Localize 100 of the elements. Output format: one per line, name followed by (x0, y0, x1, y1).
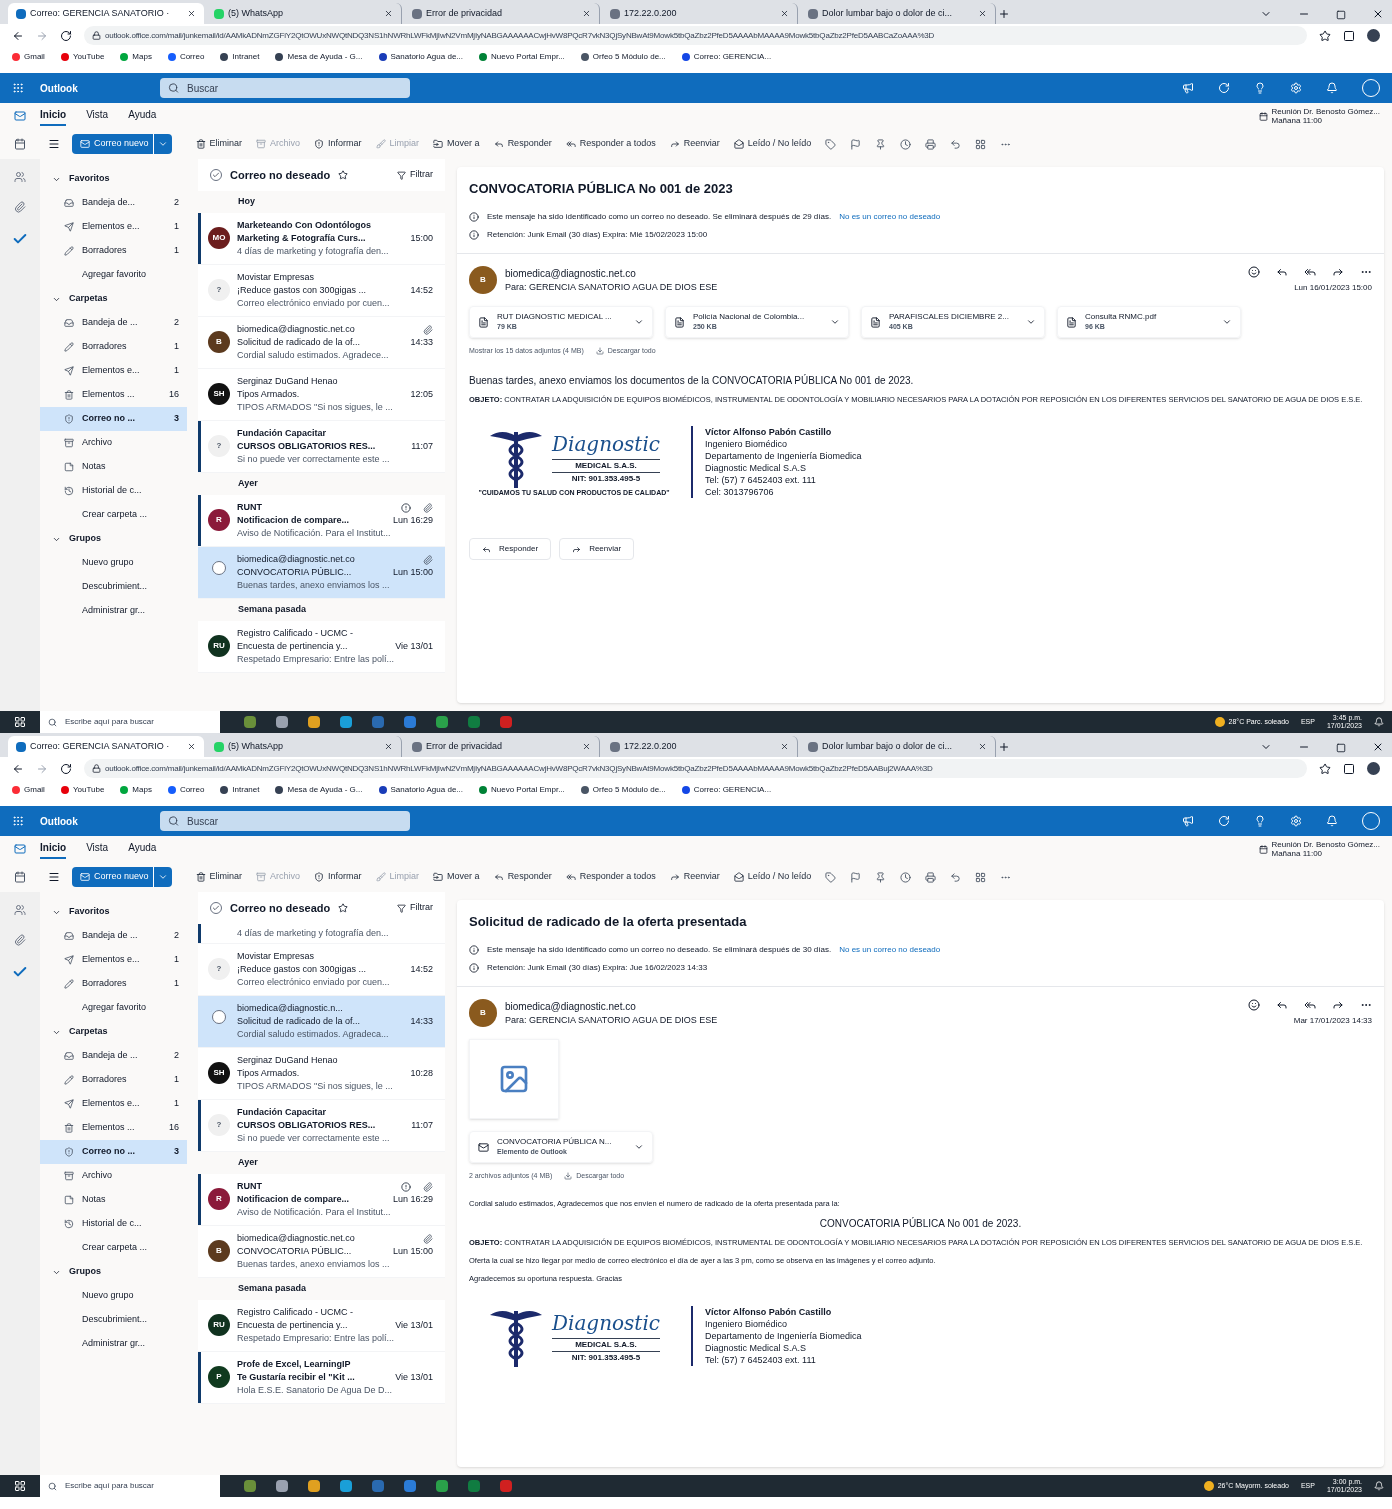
nav-link[interactable]: Crear carpeta ... (40, 503, 187, 527)
maximize-icon[interactable] (1336, 10, 1346, 20)
search-input[interactable]: Buscar (187, 80, 402, 96)
close-icon[interactable] (978, 742, 987, 751)
toolbar-button[interactable]: Reenviar (669, 870, 720, 884)
app-name[interactable]: Outlook (40, 80, 160, 96)
reload-icon[interactable] (60, 762, 72, 775)
megaphone-icon[interactable] (1182, 815, 1194, 827)
filter-button[interactable]: Filtrar (397, 901, 433, 915)
close-icon[interactable] (187, 742, 196, 751)
section-header[interactable]: Grupos (40, 1260, 195, 1284)
message-item[interactable]: B biomedica@diagnostic.net.co Solicitud de radicado de la of... 14:33 Cordial saludo estimados. Agradece... (198, 317, 445, 369)
taskbar-app-icon[interactable] (404, 1480, 416, 1492)
toolbar-button[interactable]: Reenviar (669, 137, 720, 151)
bookmark[interactable]: Intranet (220, 784, 260, 796)
toolbar-button[interactable]: Mover a (433, 870, 480, 884)
taskbar-app-icon[interactable] (308, 716, 320, 728)
close-icon[interactable] (1372, 741, 1384, 753)
bookmark[interactable]: Correo (167, 51, 205, 63)
folder-item[interactable]: Elementos e... 1 (40, 948, 187, 972)
printer-icon[interactable] (925, 871, 937, 883)
message-item[interactable]: R RUNT Notificacion de compare... Lun 16:29 Aviso de Notificación. Para el Institut... (198, 495, 445, 547)
bookmark[interactable]: YouTube (60, 784, 105, 796)
paperclip-icon[interactable] (14, 934, 26, 946)
taskbar-app-icon[interactable] (404, 716, 416, 728)
weather-icon[interactable] (1203, 1481, 1214, 1491)
toolbar-button[interactable]: Eliminar (195, 870, 243, 884)
menu-icon[interactable] (48, 138, 60, 150)
taskbar-app-icon[interactable] (372, 716, 384, 728)
message-item[interactable]: 4 días de marketing y fotografía den... (198, 924, 445, 944)
message-item[interactable]: ? Fundación Capacitar CURSOS OBLIGATORIOS RES... 11:07 Si no puede ver correctamente este ... (198, 421, 445, 473)
app-name[interactable]: Outlook (40, 813, 160, 829)
bookmark-star-icon[interactable] (1319, 762, 1331, 775)
ribbon-tab[interactable]: Ayuda (128, 106, 157, 126)
folder-item[interactable]: Bandeja de... 2 (40, 191, 187, 215)
taskbar-app-icon[interactable] (468, 716, 480, 728)
nav-link[interactable]: Administrar gr... (40, 599, 187, 623)
clock-icon[interactable] (900, 138, 912, 150)
app-launcher-icon[interactable] (12, 815, 24, 827)
taskbar-search-field[interactable]: Escribe aquí para buscar (40, 711, 220, 733)
bookmark[interactable]: Gmail (12, 784, 45, 796)
close-icon[interactable] (582, 742, 591, 751)
menu-icon[interactable] (48, 871, 60, 883)
folder-item[interactable]: Bandeja de ... 2 (40, 311, 187, 335)
bookmark[interactable]: Gmail (12, 51, 45, 63)
taskbar-app-icon[interactable] (276, 716, 288, 728)
close-icon[interactable] (582, 9, 591, 18)
bookmark[interactable]: YouTube (60, 51, 105, 63)
sync-icon[interactable] (1218, 82, 1230, 94)
ribbon-tab[interactable]: Vista (86, 839, 109, 859)
close-icon[interactable] (1372, 8, 1384, 20)
pin-icon[interactable] (875, 871, 887, 883)
address-bar[interactable]: outlook.office.com/mail/junkemail/id/AAMkADNmZGFiY2QtOWUxNWQtNDQ3NS1hNWRhLWFkMjIwN2VmMjIyNABGAAAAAACwjHvW8PQcR7vkN3QjSyNBwAt9Mowk5tbQaZbz2PfeD5AAAAbMAAAA9Mowk5tbQaZbz2PfeD5AABCaZoAAA%3D (84, 26, 1307, 45)
nav-link[interactable]: Crear carpeta ... (40, 1236, 187, 1260)
reload-icon[interactable] (60, 29, 72, 42)
toolbar-button[interactable]: Responder a todos (565, 870, 656, 884)
folder-item[interactable]: Historial de c... (40, 1212, 187, 1236)
settings-icon[interactable] (1290, 82, 1302, 94)
folder-item[interactable]: Elementos e... 1 (40, 215, 187, 239)
filter-button[interactable]: Filtrar (397, 168, 433, 182)
close-icon[interactable] (384, 742, 393, 751)
weather-icon[interactable] (1214, 717, 1225, 727)
sync-icon[interactable] (1218, 815, 1230, 827)
new-mail-button[interactable]: Correo nuevo (72, 867, 172, 887)
close-icon[interactable] (384, 9, 393, 18)
pin-icon[interactable] (875, 138, 887, 150)
bookmark[interactable]: Maps (120, 51, 152, 63)
flag-icon[interactable] (850, 138, 862, 150)
address-bar[interactable]: outlook.office.com/mail/junkemail/id/AAMkADNmZGFiY2QtOWUxNWQtNDQ3NS1hNWRhLWFkMjIwN2VmMjIyNABGAAAAAACwjHvW8PQcR7vkN3QjSyNBwAt9Mowk5tbQaZbz2PfeD5AAAAbMAAAA9Mowk5tbQaZbz2PfeD5AABuj2WAAA%3D (84, 759, 1307, 778)
reply-action-button[interactable]: Responder (469, 538, 552, 560)
message-item[interactable]: RU Registro Calificado - UCMC - Encuesta de pertinencia y... Vie 13/01 Respetado Empresario: Entre las polí... (198, 1300, 445, 1352)
reply-action-button[interactable]: Reenviar (559, 538, 635, 560)
browser-tab[interactable]: Correo: GERENCIA SANATORIO · (8, 736, 204, 757)
folder-item[interactable]: Correo no ... 3 (40, 1140, 187, 1164)
taskbar-app-icon[interactable] (340, 716, 352, 728)
toolbar-button[interactable]: Responder (493, 137, 552, 151)
nav-link[interactable]: Nuevo grupo (40, 1284, 187, 1308)
folder-item[interactable]: Notas (40, 455, 187, 479)
profile-avatar[interactable] (1367, 762, 1380, 775)
taskbar-app-icon[interactable] (276, 1480, 288, 1492)
people-icon[interactable] (14, 171, 26, 183)
back-icon[interactable] (12, 762, 24, 775)
select-checkbox[interactable] (212, 1010, 226, 1024)
side-panel-icon[interactable] (1343, 762, 1355, 775)
search-field[interactable]: Buscar (160, 78, 410, 98)
flag-icon[interactable] (850, 871, 862, 883)
printer-icon[interactable] (925, 138, 937, 150)
folder-item[interactable]: Borradores 1 (40, 335, 187, 359)
bookmark[interactable]: Intranet (220, 51, 260, 63)
calendar-icon[interactable] (14, 871, 26, 883)
lightbulb-icon[interactable] (1254, 82, 1266, 94)
folder-item[interactable]: Notas (40, 1188, 187, 1212)
search-input[interactable]: Buscar (187, 813, 402, 829)
taskbar-app-icon[interactable] (436, 1480, 448, 1492)
nav-link[interactable]: Administrar gr... (40, 1332, 187, 1356)
close-icon[interactable] (780, 9, 789, 18)
notification-icon[interactable] (1374, 717, 1384, 727)
back-icon[interactable] (12, 29, 24, 42)
search-field[interactable]: Buscar (160, 811, 410, 831)
lightbulb-icon[interactable] (1254, 815, 1266, 827)
